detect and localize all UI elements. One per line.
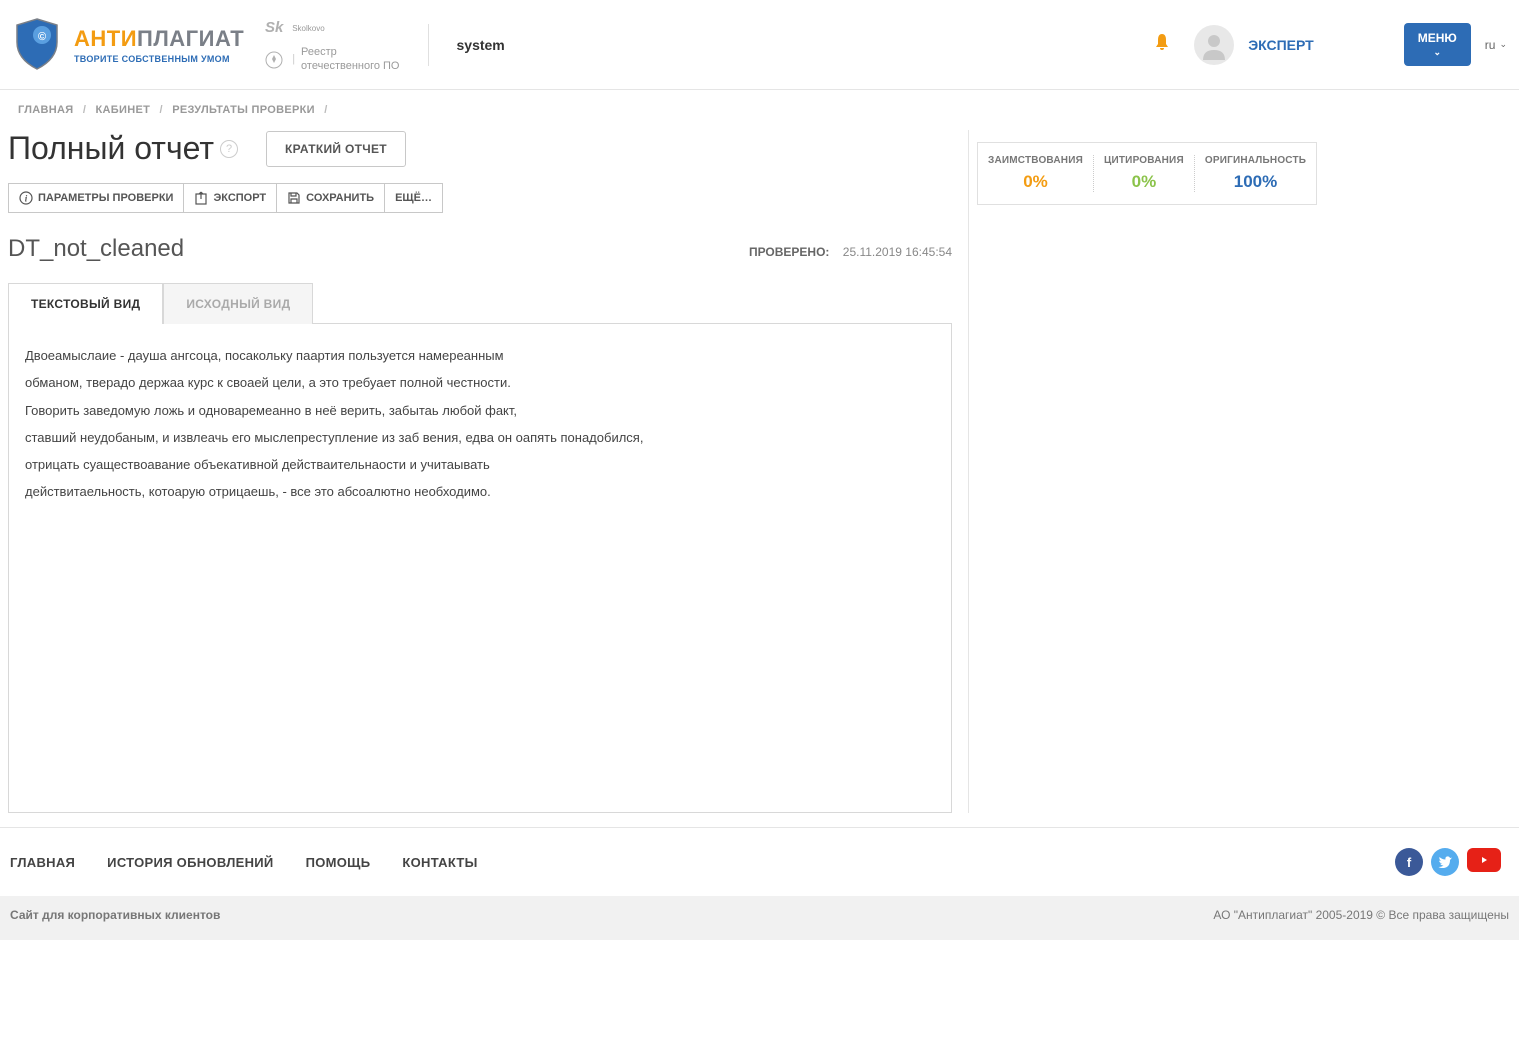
- footer: ГЛАВНАЯ ИСТОРИЯ ОБНОВЛЕНИЙ ПОМОЩЬ КОНТАК…: [0, 827, 1519, 940]
- facebook-icon[interactable]: f: [1395, 848, 1423, 876]
- menu-button[interactable]: МЕНЮ ⌄: [1404, 23, 1471, 66]
- language-selector[interactable]: ru ⌄: [1485, 38, 1507, 52]
- text-line: Двоеамыслаие - дауша ангсоца, посакольку…: [25, 342, 935, 369]
- checked-label: ПРОВЕРЕНО:: [749, 245, 829, 259]
- stat-borrow-value: 0%: [988, 172, 1083, 192]
- logo-subtitle: ТВОРИТЕ СОБСТВЕННЫМ УМОМ: [74, 54, 244, 64]
- text-line: ставший неудобаным, и извлеачь его мысле…: [25, 424, 935, 451]
- document-name: DT_not_cleaned: [8, 235, 184, 263]
- bell-icon[interactable]: [1154, 33, 1170, 56]
- export-icon: [194, 191, 208, 205]
- partner-registry-line2: отечественного ПО: [301, 60, 399, 73]
- stats-sidebar: ЗАИМСТВОВАНИЯ 0% ЦИТИРОВАНИЯ 0% ОРИГИНАЛ…: [968, 130, 1327, 813]
- breadcrumb-item[interactable]: РЕЗУЛЬТАТЫ ПРОВЕРКИ: [172, 104, 315, 116]
- svg-text:i: i: [25, 194, 28, 204]
- save-icon: [287, 191, 301, 205]
- youtube-icon[interactable]: [1467, 848, 1501, 872]
- logo-suffix: ПЛАГИАТ: [137, 26, 244, 51]
- text-line: действитаельность, котоарую отрицаешь, -…: [25, 478, 935, 505]
- role-label[interactable]: ЭКСПЕРТ: [1248, 37, 1314, 53]
- breadcrumb-item[interactable]: КАБИНЕТ: [96, 104, 151, 116]
- stat-originality[interactable]: ОРИГИНАЛЬНОСТЬ 100%: [1195, 155, 1316, 192]
- toolbar: i ПАРАМЕТРЫ ПРОВЕРКИ ЭКСПОРТ СОХРАНИТЬ Е…: [8, 183, 952, 213]
- footer-link-contacts[interactable]: КОНТАКТЫ: [402, 855, 477, 870]
- more-button[interactable]: ЕЩЁ…: [384, 183, 443, 213]
- skolkovo-icon: Sk: [262, 16, 286, 40]
- save-button[interactable]: СОХРАНИТЬ: [276, 183, 384, 213]
- stat-cite-value: 0%: [1104, 172, 1184, 192]
- footer-link-home[interactable]: ГЛАВНАЯ: [10, 855, 75, 870]
- stat-orig-value: 100%: [1205, 172, 1306, 192]
- avatar[interactable]: [1194, 25, 1234, 65]
- document-content: Двоеамыслаие - дауша ангсоца, посакольку…: [8, 323, 952, 813]
- chevron-down-icon: ⌄: [1499, 39, 1507, 50]
- tab-text-view[interactable]: ТЕКСТОВЫЙ ВИД: [8, 283, 163, 324]
- page-title: Полный отчет ?: [8, 130, 238, 167]
- text-line: Говорить заведомую ложь и одноваремеанно…: [25, 397, 935, 424]
- header: © АНТИПЛАГИАТ ТВОРИТЕ СОБСТВЕННЫМ УМОМ S…: [0, 0, 1519, 90]
- copyright: АО "Антиплагиат" 2005-2019 © Все права з…: [1213, 908, 1509, 922]
- divider: [428, 24, 429, 66]
- chevron-down-icon: ⌄: [1418, 47, 1457, 58]
- tab-source-view[interactable]: ИСХОДНЫЙ ВИД: [163, 283, 313, 324]
- stat-borrowings[interactable]: ЗАИМСТВОВАНИЯ 0%: [978, 155, 1094, 192]
- partner-registry-line1: Реестр: [301, 46, 399, 59]
- check-params-button[interactable]: i ПАРАМЕТРЫ ПРОВЕРКИ: [8, 183, 183, 213]
- logo[interactable]: © АНТИПЛАГИАТ ТВОРИТЕ СОБСТВЕННЫМ УМОМ: [12, 17, 244, 72]
- registry-icon: [262, 48, 286, 72]
- text-line: отрицать суаществоавание объекативной де…: [25, 451, 935, 478]
- footer-link-help[interactable]: ПОМОЩЬ: [306, 855, 371, 870]
- export-button[interactable]: ЭКСПОРТ: [183, 183, 276, 213]
- check-info: ПРОВЕРЕНО: 25.11.2019 16:45:54: [749, 245, 952, 259]
- help-icon[interactable]: ?: [220, 140, 238, 158]
- info-icon: i: [19, 191, 33, 205]
- short-report-button[interactable]: КРАТКИЙ ОТЧЕТ: [266, 131, 406, 167]
- breadcrumb: ГЛАВНАЯ / КАБИНЕТ / РЕЗУЛЬТАТЫ ПРОВЕРКИ …: [0, 90, 1519, 130]
- corporate-link[interactable]: Сайт для корпоративных клиентов: [10, 908, 220, 922]
- logo-prefix: АНТИ: [74, 26, 137, 51]
- stat-citations[interactable]: ЦИТИРОВАНИЯ 0%: [1094, 155, 1195, 192]
- footer-link-history[interactable]: ИСТОРИЯ ОБНОВЛЕНИЙ: [107, 855, 273, 870]
- checked-timestamp: 25.11.2019 16:45:54: [843, 245, 952, 259]
- breadcrumb-item[interactable]: ГЛАВНАЯ: [18, 104, 73, 116]
- system-label: system: [457, 37, 505, 53]
- view-tabs: ТЕКСТОВЫЙ ВИД ИСХОДНЫЙ ВИД: [8, 283, 952, 324]
- partner-logos: Sk Skolkovo | Реестр отечественного ПО: [262, 16, 399, 72]
- shield-icon: ©: [12, 17, 62, 72]
- partner-skolkovo: Skolkovo: [292, 24, 324, 34]
- svg-text:©: ©: [38, 31, 46, 43]
- twitter-icon[interactable]: [1431, 848, 1459, 876]
- user-icon: [1199, 30, 1229, 60]
- text-line: обманом, тверадо держаа курс к своаей це…: [25, 369, 935, 396]
